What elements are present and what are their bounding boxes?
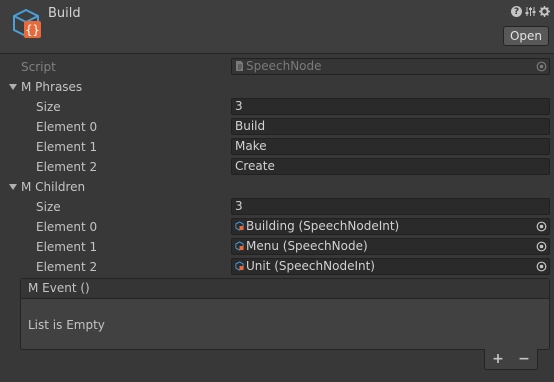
empty-list-text: List is Empty [28,318,105,332]
object-value: Menu (SpeechNode) [246,239,368,253]
asset-title: Build [48,6,81,21]
children-size-input[interactable]: 3 [231,198,550,215]
phrase-input[interactable]: Build [231,118,550,135]
preset-icon[interactable] [525,6,536,17]
remove-button[interactable]: − [518,351,530,367]
settings-icon[interactable] [539,6,550,17]
script-field: SpeechNode [231,58,550,75]
phrases-size-input[interactable]: 3 [231,98,550,115]
children-label: M Children [21,180,86,194]
foldout-arrow-icon[interactable] [9,184,17,190]
script-row: Script SpeechNode [0,57,554,77]
object-picker-icon[interactable] [536,241,547,252]
object-value: Unit (SpeechNodeInt) [246,259,375,273]
add-button[interactable]: + [492,351,504,367]
size-label: Size [36,100,61,114]
phrases-size-row: Size 3 [0,97,554,117]
script-label: Script [21,60,56,74]
scriptable-object-icon [235,221,244,231]
list-item: Element 2 Create [0,157,554,177]
element-label: Element 2 [36,260,98,274]
size-label: Size [36,200,61,214]
script-asset-icon: {} [13,8,41,38]
foldout-arrow-icon[interactable] [9,84,17,90]
list-item: Element 1 Make [0,137,554,157]
list-item: Element 2 Unit (SpeechNodeInt) [0,257,554,277]
children-foldout[interactable]: M Children [0,177,554,197]
element-label: Element 1 [36,140,98,154]
event-list: M Event () List is Empty [20,278,550,350]
list-item: Element 0 Building (SpeechNodeInt) [0,217,554,237]
help-icon[interactable]: ? [511,6,522,17]
object-field[interactable]: Menu (SpeechNode) [231,238,550,255]
inspector-header: {} Build ? Open [0,0,554,54]
element-label: Element 1 [36,240,98,254]
phrases-foldout[interactable]: M Phrases [0,77,554,97]
event-header: M Event () [21,279,549,299]
object-picker-icon[interactable] [536,261,547,272]
script-file-icon [236,61,243,71]
event-list-footer: + − [484,349,538,370]
object-field[interactable]: Building (SpeechNodeInt) [231,218,550,235]
element-label: Element 0 [36,120,98,134]
phrases-label: M Phrases [21,80,83,94]
scriptable-object-icon [235,241,244,251]
scriptable-object-icon [235,261,244,271]
phrase-input[interactable]: Make [231,138,550,155]
svg-text:{}: {} [25,23,39,37]
object-picker-icon [536,61,547,72]
open-button[interactable]: Open [503,26,549,46]
phrase-input[interactable]: Create [231,158,550,175]
script-value: SpeechNode [246,59,322,73]
list-item: Element 1 Menu (SpeechNode) [0,237,554,257]
children-size-row: Size 3 [0,197,554,217]
element-label: Element 0 [36,220,98,234]
list-item: Element 0 Build [0,117,554,137]
object-picker-icon[interactable] [536,221,547,232]
object-value: Building (SpeechNodeInt) [246,219,400,233]
object-field[interactable]: Unit (SpeechNodeInt) [231,258,550,275]
element-label: Element 2 [36,160,98,174]
